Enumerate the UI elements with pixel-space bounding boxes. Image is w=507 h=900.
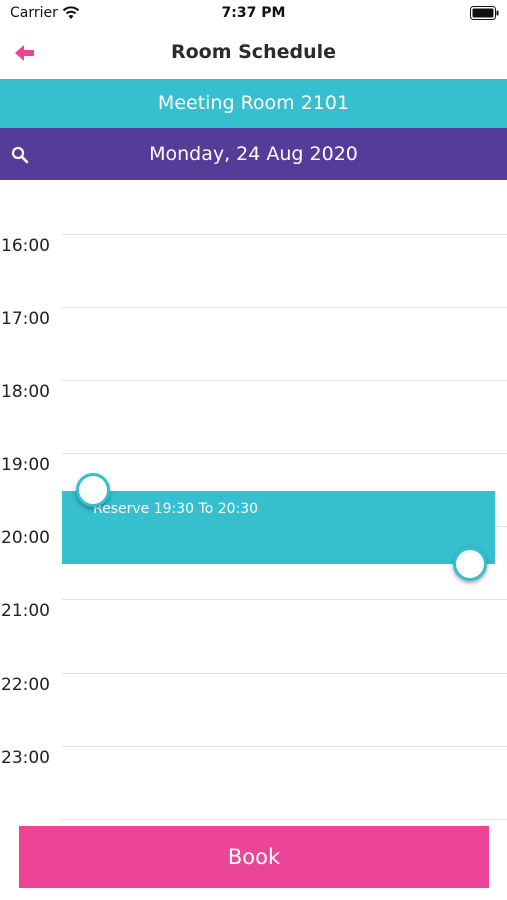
reservation-start-handle[interactable] [76,473,110,507]
room-name-banner: Meeting Room 2101 [0,79,507,128]
hour-row: 22:00 [0,673,507,695]
hour-divider [62,599,507,600]
hour-row: 19:00 [0,453,507,475]
book-button[interactable]: Book [19,826,489,888]
hour-label: 17:00 [1,309,50,329]
date-bar: Monday, 24 Aug 2020 [0,128,507,180]
status-time: 7:37 PM [221,5,286,21]
hour-label: 16:00 [1,236,50,256]
hour-row: 18:00 [0,380,507,402]
hour-label: 21:00 [1,601,50,621]
battery-icon [470,6,499,20]
hour-label: 18:00 [1,382,50,402]
hour-divider [62,380,507,381]
status-bar: Carrier 7:37 PM [0,0,507,28]
hour-label: 23:00 [1,748,50,768]
hour-label: 19:00 [1,455,50,475]
hour-row: 17:00 [0,307,507,329]
hour-divider [62,234,507,235]
reservation-label: Reserve 19:30 To 20:30 [93,501,259,517]
reservation-end-handle[interactable] [453,547,487,581]
hour-label: 22:00 [1,675,50,695]
hour-row: 16:00 [0,234,507,256]
page-title: Room Schedule [170,41,337,63]
selected-date-label: Monday, 24 Aug 2020 [149,143,358,165]
hour-divider [62,819,507,820]
hour-divider [62,307,507,308]
hour-divider [62,453,507,454]
hour-divider [62,746,507,747]
hour-row: 23:00 [0,746,507,768]
reservation-block[interactable]: Reserve 19:30 To 20:30 [62,491,495,564]
hour-divider [62,673,507,674]
hour-label: 20:00 [1,528,50,548]
nav-bar: Room Schedule [0,28,507,79]
hour-row: 21:00 [0,599,507,621]
